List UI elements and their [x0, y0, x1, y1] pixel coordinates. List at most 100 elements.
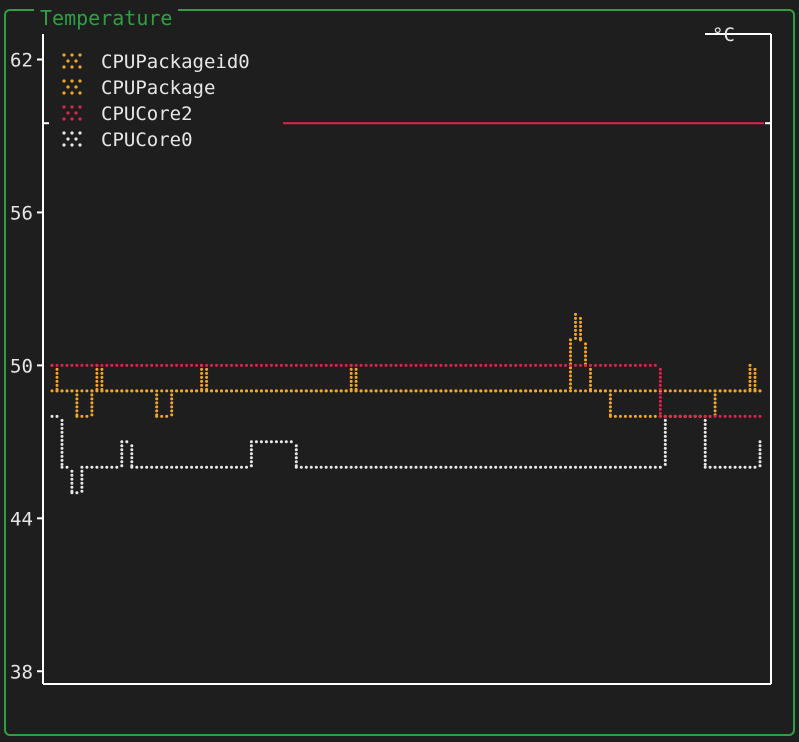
point-CPUCore0-78 [439, 465, 443, 469]
point-CPUCore2-35 [225, 363, 228, 367]
step-CPUPackage-8 [90, 397, 94, 401]
legend-swatch-dot [78, 105, 82, 109]
point-CPUCore2-67 [384, 363, 388, 367]
point-CPUCore0-42 [259, 440, 263, 444]
point-CPUCore0-70 [399, 465, 403, 469]
point-CPUPackageid0-136 [728, 389, 732, 393]
step-CPUCore0-142 [758, 452, 762, 456]
point-CPUCore2-70 [399, 363, 403, 367]
point-CPUPackageid0-71 [404, 389, 408, 393]
point-CPUPackageid0-32 [210, 389, 213, 393]
point-CPUCore2-4 [70, 363, 74, 367]
step-CPUCore0-14 [120, 452, 124, 456]
point-CPUCore0-10 [100, 465, 104, 469]
point-CPUPackageid0-78 [439, 389, 443, 393]
step-CPUPackage-133 [713, 405, 717, 409]
step-CPUPackage-5 [75, 405, 79, 409]
point-CPUPackageid0-125 [673, 389, 677, 393]
point-CPUCore2-64 [369, 363, 373, 367]
point-CPUCore2-17 [135, 363, 139, 367]
point-CPUCore0-71 [404, 465, 408, 469]
point-CPUCore0-14 [120, 440, 124, 444]
point-CPUPackage-121 [653, 414, 657, 418]
step-CPUCore2-122 [658, 387, 662, 391]
step-CPUCore0-16 [130, 448, 134, 452]
point-CPUCore0-137 [733, 465, 737, 469]
series-CPUCore0 [50, 414, 762, 495]
point-CPUCore0-58 [339, 465, 343, 469]
point-CPUCore2-34 [220, 363, 223, 367]
step-CPUPackageid0-9 [95, 375, 99, 379]
point-CPUCore2-106 [579, 363, 582, 367]
point-CPUCore0-63 [364, 465, 368, 469]
point-CPUCore2-11 [105, 363, 109, 367]
point-CPUCore0-7 [85, 465, 89, 469]
step-CPUCore0-131 [703, 442, 707, 446]
point-CPUPackageid0-38 [240, 389, 243, 393]
step-CPUPackageid0-61 [354, 375, 358, 379]
point-CPUCore0-68 [389, 465, 393, 469]
point-CPUCore0-36 [230, 465, 233, 469]
point-CPUPackageid0-83 [464, 389, 468, 393]
unit-label: °C [712, 24, 735, 46]
point-CPUPackageid0-64 [369, 389, 373, 393]
step-CPUPackage-105 [574, 332, 577, 336]
point-CPUCore0-32 [210, 465, 213, 469]
step-CPUCore0-131 [703, 430, 707, 434]
point-CPUPackageid0-135 [723, 389, 727, 393]
step-CPUPackageid0-10 [100, 375, 104, 379]
legend-item-CPUCore0: CPUCore0 [62, 129, 193, 151]
point-CPUCore2-98 [539, 363, 543, 367]
point-CPUCore0-86 [479, 465, 483, 469]
step-CPUPackage-107 [584, 350, 587, 354]
point-CPUCore2-131 [703, 414, 707, 418]
point-CPUPackageid0-28 [190, 389, 194, 393]
step-CPUPackageid0-1 [55, 383, 59, 387]
point-CPUPackageid0-11 [105, 389, 109, 393]
legend-label-CPUCore2: CPUCore2 [101, 103, 193, 125]
step-CPUPackage-21 [155, 401, 159, 405]
point-CPUPackageid0-132 [708, 389, 712, 393]
point-CPUCore2-71 [404, 363, 408, 367]
point-CPUPackageid0-95 [524, 389, 528, 393]
step-CPUPackageid0-30 [200, 383, 204, 387]
point-CPUCore2-129 [693, 414, 697, 418]
step-CPUCore0-49 [294, 448, 298, 452]
legend-swatch-dot [66, 59, 70, 63]
series-CPUPackageid0 [50, 363, 762, 393]
point-CPUCore2-32 [210, 363, 213, 367]
point-CPUCore0-118 [638, 465, 642, 469]
point-CPUPackageid0-85 [474, 389, 478, 393]
step-CPUCore0-131 [703, 418, 707, 422]
point-CPUPackageid0-139 [743, 389, 747, 393]
step-CPUPackage-5 [75, 401, 79, 405]
point-CPUPackageid0-36 [230, 389, 233, 393]
point-CPUCore2-15 [125, 363, 129, 367]
step-CPUPackage-106 [579, 316, 582, 320]
step-CPUPackage-112 [608, 409, 612, 413]
legend-item-CPUPackageid0: CPUPackageid0 [62, 51, 250, 73]
point-CPUCore2-0 [50, 363, 54, 367]
point-CPUCore0-90 [499, 465, 503, 469]
step-CPUPackage-106 [579, 320, 582, 324]
step-CPUPackage-24 [170, 405, 174, 409]
step-CPUCore0-40 [249, 460, 253, 464]
step-CPUCore0-2 [60, 422, 64, 426]
point-CPUCore0-65 [374, 465, 378, 469]
point-CPUCore2-127 [683, 414, 687, 418]
point-CPUCore0-93 [514, 465, 518, 469]
point-CPUCore0-80 [449, 465, 453, 469]
point-CPUCore0-48 [289, 440, 293, 444]
point-CPUCore2-102 [559, 363, 563, 367]
point-CPUCore2-107 [584, 363, 587, 367]
step-CPUCore0-6 [80, 485, 84, 489]
point-CPUPackageid0-140 [748, 363, 752, 367]
point-CPUCore0-66 [379, 465, 383, 469]
step-CPUCore0-6 [80, 477, 84, 481]
point-CPUPackageid0-102 [559, 389, 563, 393]
point-CPUPackageid0-16 [130, 389, 134, 393]
step-CPUCore0-2 [60, 434, 64, 438]
step-CPUPackageid0-140 [748, 375, 752, 379]
step-CPUPackage-24 [170, 397, 174, 401]
point-CPUPackageid0-128 [688, 389, 692, 393]
